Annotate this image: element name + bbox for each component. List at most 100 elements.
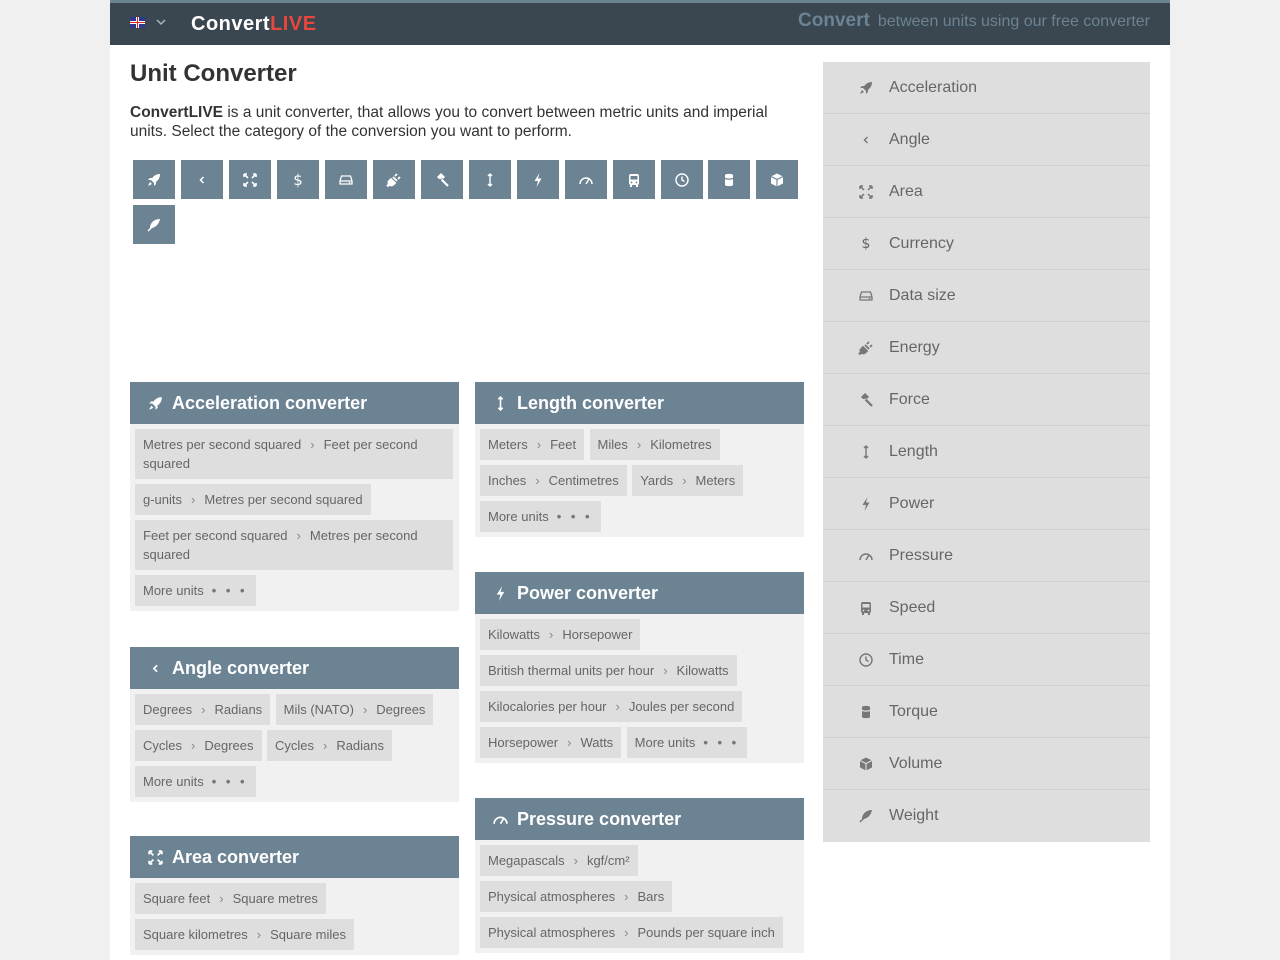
sidebar-item-speed[interactable]: Speed xyxy=(823,582,1150,634)
sidebar-item-energy[interactable]: Energy xyxy=(823,322,1150,374)
sidebar-item-label: Speed xyxy=(889,598,936,616)
conversion-link[interactable]: Square feet › Square metres xyxy=(135,883,326,914)
conversion-link[interactable]: British thermal units per hour › Kilowatts xyxy=(480,655,737,686)
bolt-icon xyxy=(496,585,504,601)
expand-icon xyxy=(859,184,873,199)
chevron-down-icon[interactable] xyxy=(154,13,168,31)
category-button-time[interactable] xyxy=(661,160,703,199)
dollar-icon: $ xyxy=(293,170,303,189)
chevron-right-icon: › xyxy=(663,663,668,678)
chevron-right-icon: › xyxy=(191,738,196,753)
sidebar-item-label: Area xyxy=(889,182,923,200)
card-header[interactable]: Power converter xyxy=(475,572,804,614)
sidebar-item-force[interactable]: Force xyxy=(823,374,1150,426)
category-button-data-size[interactable] xyxy=(325,160,367,199)
chevron-right-icon: › xyxy=(536,437,542,452)
card-title: Length converter xyxy=(517,392,665,413)
card-header[interactable]: Acceleration converter xyxy=(130,382,459,424)
sidebar-item-length[interactable]: Length xyxy=(823,426,1150,478)
conversion-link[interactable]: g-units › Metres per second squared xyxy=(135,484,371,515)
sidebar-item-weight[interactable]: Weight xyxy=(823,790,1150,842)
sidebar-item-label: Angle xyxy=(889,130,930,148)
page-title: Unit Converter xyxy=(130,60,297,87)
conversion-link[interactable]: Cycles › Radians xyxy=(266,730,393,761)
category-button-power[interactable] xyxy=(517,160,559,199)
more-units-link[interactable]: More units • • • xyxy=(135,575,256,606)
site-logo[interactable]: ConvertLIVE xyxy=(191,13,317,36)
top-navigation-bar: ConvertLIVE Convert between units using o… xyxy=(110,0,1170,45)
sidebar-item-volume[interactable]: Volume xyxy=(823,738,1150,790)
category-button-angle[interactable] xyxy=(181,160,223,199)
sidebar-item-data-size[interactable]: Data size xyxy=(823,270,1150,322)
more-units-link[interactable]: More units • • • xyxy=(626,727,748,758)
category-button-volume[interactable] xyxy=(756,160,798,199)
area-converter-card: Area converter Square feet › Square metres… xyxy=(130,836,459,955)
conversion-link[interactable]: Square kilometres › Square miles xyxy=(135,919,354,950)
category-button-currency[interactable]: $ xyxy=(277,160,319,199)
conversion-link[interactable]: Horsepower › Watts xyxy=(480,727,622,758)
sidebar-item-angle[interactable]: Angle xyxy=(823,114,1150,166)
conversion-link[interactable]: Kilowatts › Horsepower xyxy=(480,619,641,650)
ellipsis-icon: • • • xyxy=(556,509,593,524)
card-header[interactable]: Area converter xyxy=(130,836,459,878)
sidebar-item-pressure[interactable]: Pressure xyxy=(823,530,1150,582)
sidebar-item-label: Volume xyxy=(889,754,943,772)
more-units-link[interactable]: More units • • • xyxy=(480,501,601,532)
sidebar-item-label: Time xyxy=(889,650,924,668)
card-title: Power converter xyxy=(517,582,659,603)
plug-icon xyxy=(386,172,401,187)
chevron-right-icon: › xyxy=(615,699,620,714)
acceleration-converter-card: Acceleration converter Metres per second… xyxy=(130,382,459,611)
category-button-torque[interactable] xyxy=(708,160,750,199)
vertical-arrows-icon xyxy=(497,395,503,411)
bolt-icon xyxy=(534,172,542,187)
chevron-right-icon: › xyxy=(624,889,629,904)
sidebar-item-currency[interactable]: $ Currency xyxy=(823,218,1150,270)
card-title: Angle converter xyxy=(172,657,310,678)
card-header[interactable]: Angle converter xyxy=(130,647,459,689)
uk-flag-icon[interactable] xyxy=(130,17,145,28)
conversion-link[interactable]: Megapascals › kgf/cm² xyxy=(480,845,638,876)
dollar-icon: $ xyxy=(861,235,871,252)
sidebar-item-power[interactable]: Power xyxy=(823,478,1150,530)
sidebar-item-label: Pressure xyxy=(889,546,954,564)
conversion-link[interactable]: Cycles › Degrees xyxy=(135,730,262,761)
sidebar-item-area[interactable]: Area xyxy=(823,166,1150,218)
conversion-link[interactable]: Miles › Kilometres xyxy=(589,429,720,460)
chevron-right-icon: › xyxy=(191,492,196,507)
category-button-pressure[interactable] xyxy=(565,160,607,199)
category-button-force[interactable] xyxy=(421,160,463,199)
power-converter-card: Power converter Kilowatts › Horsepower Bri… xyxy=(475,572,804,763)
conversion-link[interactable]: Meters › Feet xyxy=(480,429,585,460)
category-button-weight[interactable] xyxy=(133,205,175,244)
card-header[interactable]: Pressure converter xyxy=(475,798,804,840)
card-title: Area converter xyxy=(172,846,300,867)
conversion-link[interactable]: Feet per second squared › Metres per secon… xyxy=(135,520,453,570)
category-sidebar: Acceleration Angle Area $ Currency Data … xyxy=(823,62,1150,842)
sidebar-item-label: Length xyxy=(889,442,938,460)
sidebar-item-label: Energy xyxy=(889,338,940,356)
conversion-link[interactable]: Physical atmospheres › Bars xyxy=(480,881,673,912)
sidebar-item-label: Data size xyxy=(889,286,956,304)
hammer-icon xyxy=(861,392,873,407)
sidebar-item-torque[interactable]: Torque xyxy=(823,686,1150,738)
conversion-link[interactable]: Kilocalories per hour › Joules per second xyxy=(480,691,743,722)
conversion-link[interactable]: Yards › Meters xyxy=(632,465,744,496)
feather-icon xyxy=(859,810,872,823)
more-units-link[interactable]: More units • • • xyxy=(135,766,256,797)
sidebar-item-label: Acceleration xyxy=(889,78,978,96)
conversion-link[interactable]: Physical atmospheres › Pounds per square i… xyxy=(480,917,783,948)
category-button-speed[interactable] xyxy=(613,160,655,199)
category-button-area[interactable] xyxy=(229,160,271,199)
conversion-link[interactable]: Degrees › Radians xyxy=(135,694,271,725)
category-button-length[interactable] xyxy=(469,160,511,199)
conversion-link[interactable]: Metres per second squared › Feet per secon… xyxy=(135,429,453,479)
card-header[interactable]: Length converter xyxy=(475,382,804,424)
pressure-converter-card: Pressure converter Megapascals › kgf/cm² P… xyxy=(475,798,804,953)
category-button-acceleration[interactable] xyxy=(133,160,175,199)
sidebar-item-acceleration[interactable]: Acceleration xyxy=(823,62,1150,114)
conversion-link[interactable]: Inches › Centimetres xyxy=(480,465,627,496)
sidebar-item-time[interactable]: Time xyxy=(823,634,1150,686)
category-button-energy[interactable] xyxy=(373,160,415,199)
conversion-link[interactable]: Mils (NATO) › Degrees xyxy=(275,694,434,725)
